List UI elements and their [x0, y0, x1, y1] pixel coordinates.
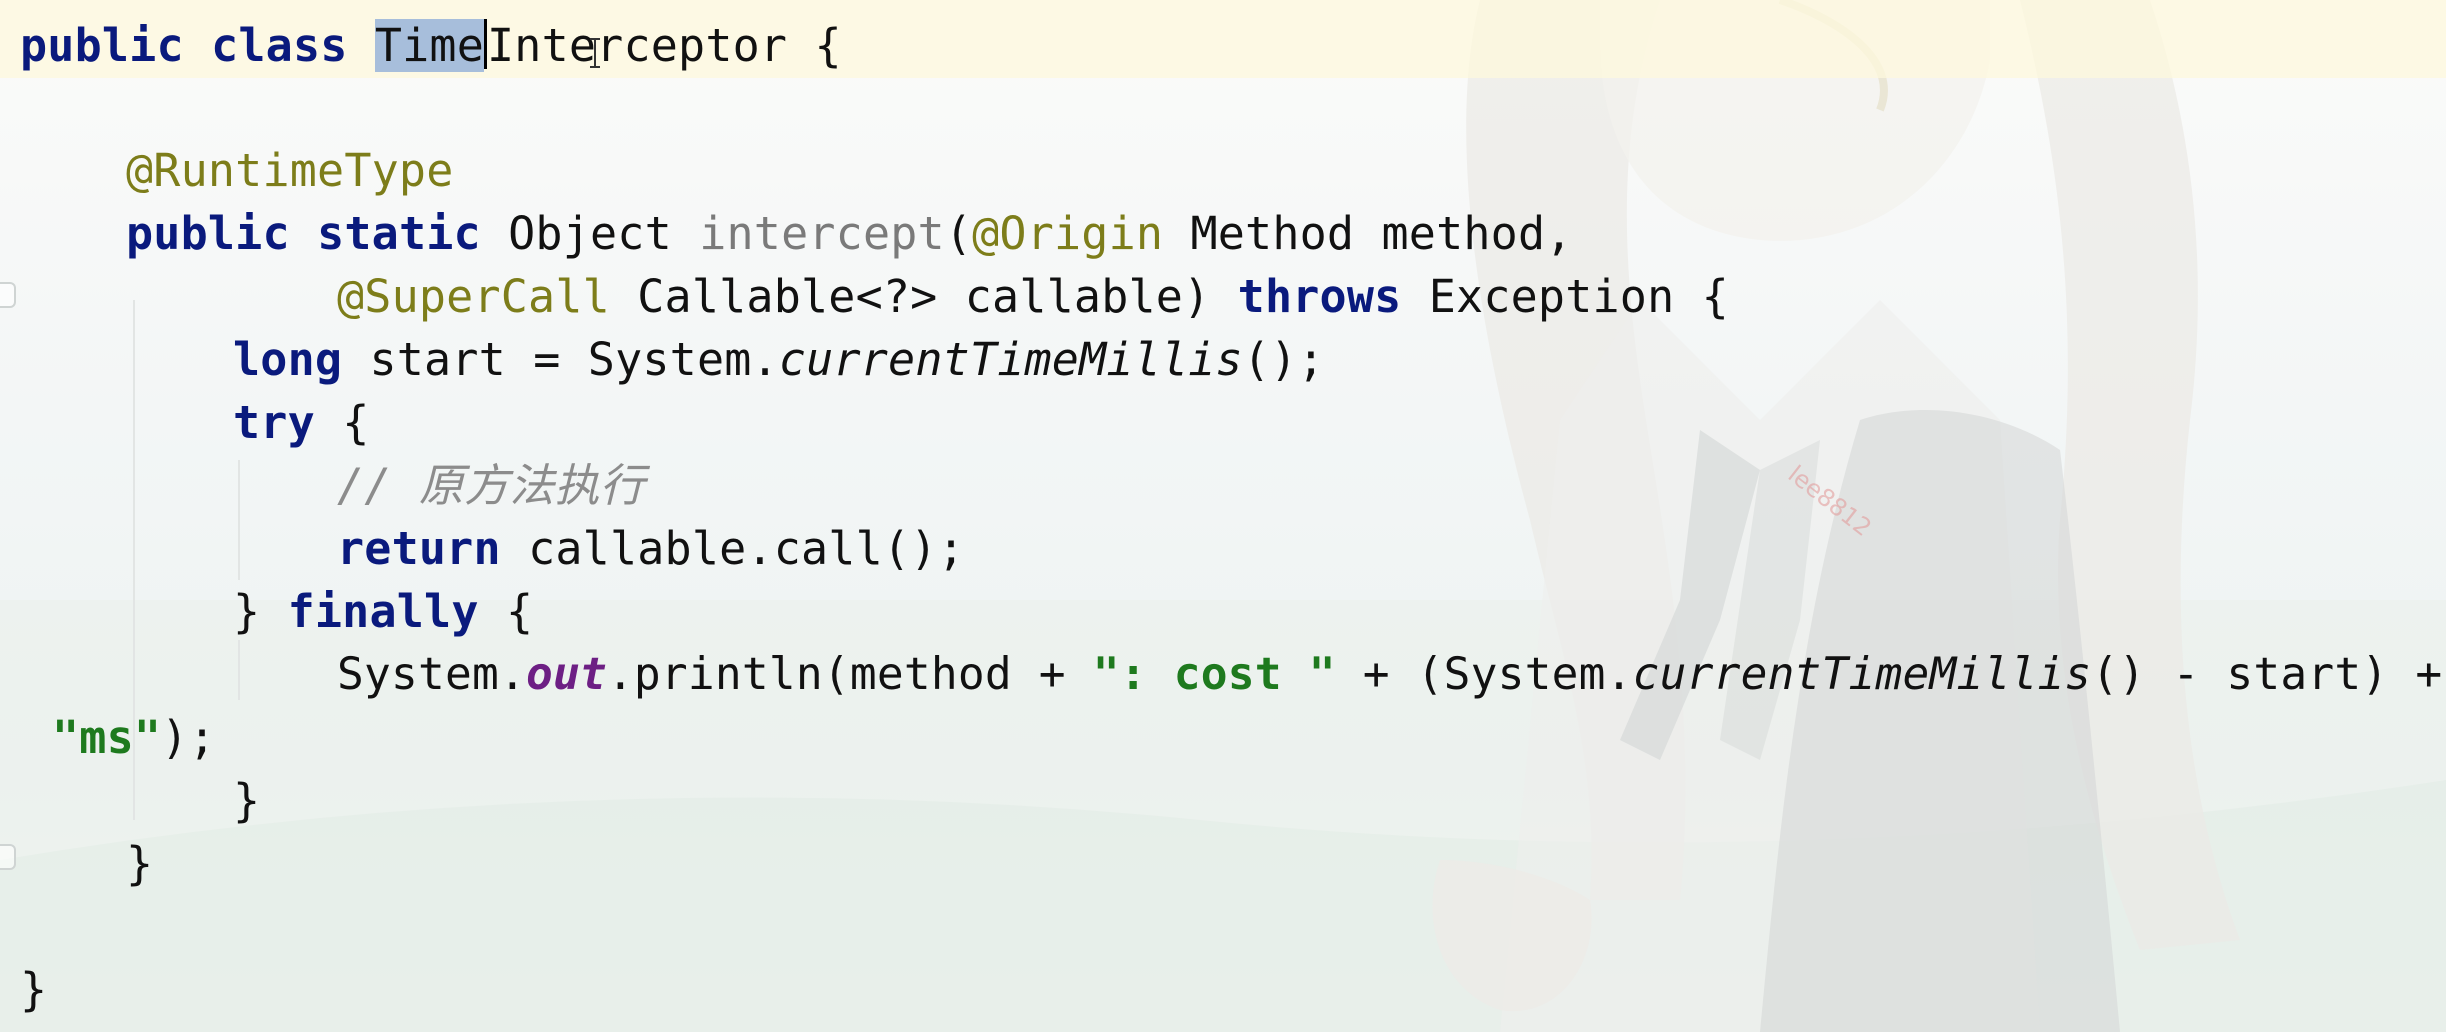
code-line-8[interactable]: return callable.call(); [337, 518, 965, 580]
watermark: lee8812 [1782, 460, 1877, 542]
code-line-1[interactable]: public class TimeInterceptor { [20, 15, 842, 77]
code-line-11[interactable]: "ms"); [52, 707, 216, 769]
keyword: throws [1237, 270, 1402, 323]
code-line-14[interactable]: } [20, 959, 47, 1021]
ibeam-cursor-icon [590, 38, 600, 68]
fold-marker[interactable] [0, 844, 16, 870]
code-line-3[interactable]: public static Object intercept(@Origin M… [126, 203, 1573, 265]
code-text: { [342, 396, 370, 449]
code-text: + (System. [1335, 649, 1633, 700]
code-text: ); [161, 711, 216, 764]
code-line-6[interactable]: try { [233, 392, 369, 454]
keyword: long [233, 333, 343, 386]
selected-text[interactable]: Time [374, 19, 484, 72]
code-line-2[interactable]: @RuntimeType [126, 140, 454, 202]
code-text: start = System. [369, 333, 779, 386]
code-text: System. [337, 649, 526, 700]
code-text: (); [1242, 333, 1325, 386]
open-paren: ( [944, 207, 973, 260]
code-editor[interactable]: public class TimeInterceptor { @RuntimeT… [0, 0, 2446, 1032]
annotation: @SuperCall [337, 270, 610, 323]
class-name-rest: Interceptor { [487, 19, 842, 72]
return-type: Object [508, 207, 672, 260]
static-method-call: currentTimeMillis [778, 333, 1243, 386]
keyword: static [317, 207, 481, 260]
code-text: Exception { [1428, 270, 1729, 323]
keyword: return [337, 522, 501, 575]
code-text: } [233, 585, 261, 638]
closing-brace: } [126, 837, 154, 890]
fold-marker[interactable] [0, 282, 16, 308]
annotation: @RuntimeType [126, 144, 454, 197]
code-line-4[interactable]: @SuperCall Callable<?> callable) throws … [337, 266, 1729, 328]
code-text: { [505, 585, 534, 638]
string-literal: ": cost " [1092, 649, 1336, 700]
closing-brace: } [20, 963, 48, 1016]
keyword: public [20, 19, 184, 72]
code-text: .println(method + [606, 649, 1093, 700]
keyword: try [233, 396, 315, 449]
indent-guide [238, 640, 240, 700]
annotation: @Origin [972, 207, 1164, 260]
code-line-9[interactable]: } finally { [233, 581, 533, 643]
code-line-13[interactable]: } [126, 833, 153, 895]
keyword: finally [287, 585, 479, 638]
code-line-10[interactable]: System.out.println(method + ": cost " + … [337, 644, 2442, 706]
string-literal: "ms" [52, 711, 162, 764]
keyword: public [126, 207, 290, 260]
closing-brace: } [233, 774, 261, 827]
code-comment: // 原方法执行 [337, 459, 645, 512]
code-text: Method method, [1190, 207, 1573, 260]
code-text: Callable<?> callable) [637, 270, 1211, 323]
keyword: class [211, 19, 348, 72]
code-text: callable.call(); [528, 522, 965, 575]
static-field: out [525, 649, 607, 700]
code-line-5[interactable]: long start = System.currentTimeMillis(); [233, 329, 1325, 391]
code-line-7[interactable]: // 原方法执行 [337, 455, 645, 517]
code-line-12[interactable]: } [233, 770, 260, 832]
indent-guide [238, 460, 240, 580]
code-text: () - start) + [2091, 649, 2443, 700]
static-method-call: currentTimeMillis [1632, 649, 2092, 700]
method-name: intercept [699, 207, 945, 260]
